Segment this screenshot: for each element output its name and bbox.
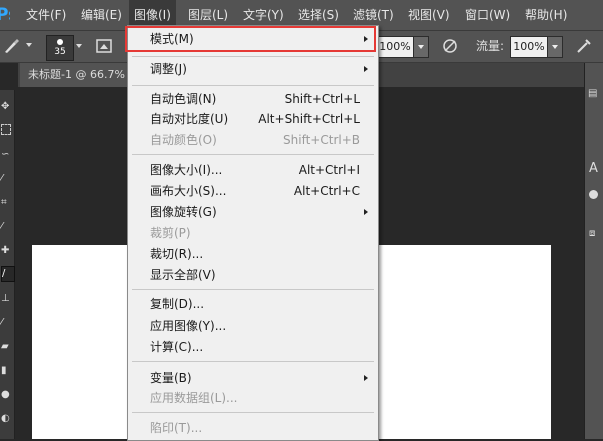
document-tab[interactable]: 未标题-1 @ 66.7%: [20, 63, 130, 87]
menu-item-auto-color: 自动颜色(O) Shift+Ctrl+B: [128, 130, 378, 150]
menu-item-label: 裁剪(P): [150, 226, 191, 240]
crop-tool-icon[interactable]: ⌗: [1, 196, 13, 210]
menu-view[interactable]: 视图(V): [408, 0, 450, 30]
menu-item-label: 应用数据组(L)...: [150, 391, 238, 405]
menu-item-label: 计算(C)...: [150, 340, 204, 354]
brush-size-picker[interactable]: 35: [46, 35, 74, 61]
brush-picker-chevron-down-icon[interactable]: [76, 44, 82, 48]
submenu-arrow-icon: [364, 375, 368, 381]
lasso-tool-icon[interactable]: ∽: [1, 148, 13, 162]
panel-collapse-icon[interactable]: ▤: [588, 88, 601, 118]
quick-select-tool-icon[interactable]: ⁄: [1, 172, 13, 186]
chevron-down-icon: [552, 45, 558, 49]
menu-item-image-rotation[interactable]: 图像旋转(G): [128, 202, 378, 222]
highlight-box: [125, 26, 376, 52]
3d-panel-icon[interactable]: ⧈: [589, 228, 595, 239]
move-tool-icon[interactable]: ✥: [1, 100, 13, 114]
menu-item-apply-data-set: 应用数据组(L)...: [128, 388, 378, 408]
menu-item-apply-image[interactable]: 应用图像(Y)...: [128, 316, 378, 336]
menu-separator: [132, 361, 374, 362]
flow-label: 流量:: [476, 39, 505, 53]
menu-file[interactable]: 文件(F): [26, 0, 66, 30]
photoshop-logo: Ps: [0, 5, 10, 25]
blur-tool-icon[interactable]: ●: [1, 388, 13, 402]
menu-item-auto-contrast[interactable]: 自动对比度(U) Alt+Shift+Ctrl+L: [128, 109, 378, 129]
chevron-down-icon: [418, 45, 424, 49]
menu-item-shortcut: Alt+Ctrl+C: [293, 184, 360, 198]
menu-item-label: 自动颜色(O): [150, 133, 217, 147]
menu-item-label: 陷印(T)...: [150, 421, 203, 435]
gradient-tool-icon[interactable]: ▮: [1, 364, 13, 378]
brush-tip-icon: [57, 39, 63, 45]
submenu-arrow-icon: [364, 66, 368, 72]
history-brush-tool-icon[interactable]: ⁄: [1, 316, 13, 330]
menu-window[interactable]: 窗口(W): [465, 0, 510, 30]
flow-dropdown[interactable]: [547, 36, 563, 58]
menu-item-label: 图像大小(I)...: [150, 163, 223, 177]
menu-item-adjustments[interactable]: 调整(J): [128, 59, 378, 79]
menu-separator: [132, 289, 374, 290]
right-panel-dock: ▤ A ⧈: [584, 63, 603, 439]
menu-item-image-size[interactable]: 图像大小(I)... Alt+Ctrl+I: [128, 160, 378, 180]
paragraph-panel-icon[interactable]: [589, 190, 598, 199]
menu-item-label: 自动对比度(U): [150, 112, 229, 126]
tools-panel: ✥ ∽ ⁄ ⌗ ⁄ ✚ / ⊥ ⁄ ▰ ▮ ● ◐: [0, 90, 15, 439]
menu-separator: [132, 154, 374, 155]
menu-item-calculations[interactable]: 计算(C)...: [128, 337, 378, 357]
brush-tool-active-icon[interactable]: /: [1, 266, 15, 282]
submenu-arrow-icon: [364, 209, 368, 215]
marquee-tool-icon[interactable]: [1, 124, 11, 135]
menu-item-label: 变量(B): [150, 371, 192, 385]
menu-separator: [132, 85, 374, 86]
image-menu-dropdown: 模式(M) 调整(J) 自动色调(N) Shift+Ctrl+L 自动对比度(U…: [127, 25, 379, 441]
menu-item-label: 应用图像(Y)...: [150, 319, 227, 333]
opacity-dropdown[interactable]: [413, 36, 429, 58]
menu-item-trim[interactable]: 裁切(R)...: [128, 244, 378, 264]
menu-item-label: 图像旋转(G): [150, 205, 217, 219]
eraser-tool-icon[interactable]: ▰: [1, 340, 13, 354]
clone-stamp-tool-icon[interactable]: ⊥: [1, 292, 13, 306]
menu-item-trap: 陷印(T)...: [128, 418, 378, 438]
menu-item-label: 显示全部(V): [150, 268, 216, 282]
character-panel-icon[interactable]: A: [589, 161, 598, 176]
tool-preset-chevron-down-icon[interactable]: [26, 43, 32, 47]
menu-help[interactable]: 帮助(H): [525, 0, 567, 30]
brush-size-value: 35: [54, 47, 66, 57]
healing-brush-tool-icon[interactable]: ✚: [1, 244, 13, 258]
menu-edit[interactable]: 编辑(E): [81, 0, 122, 30]
pressure-opacity-icon[interactable]: [440, 36, 460, 56]
brush-tool-icon[interactable]: [2, 36, 22, 56]
menu-item-variables[interactable]: 变量(B): [128, 368, 378, 388]
menu-item-crop: 裁剪(P): [128, 223, 378, 243]
opacity-input[interactable]: 100%: [376, 36, 414, 58]
menu-item-label: 调整(J): [150, 62, 187, 76]
document-tab-title: 未标题-1 @ 66.7%: [28, 68, 125, 81]
menu-item-reveal-all[interactable]: 显示全部(V): [128, 265, 378, 285]
menu-separator: [132, 412, 374, 413]
menu-item-shortcut: Shift+Ctrl+L: [284, 92, 360, 106]
menu-item-shortcut: Alt+Ctrl+I: [298, 163, 360, 177]
menu-item-label: 复制(D)...: [150, 297, 205, 311]
menu-item-label: 自动色调(N): [150, 92, 217, 106]
menu-separator: [132, 56, 374, 57]
menu-item-label: 裁切(R)...: [150, 247, 204, 261]
flow-input[interactable]: 100%: [510, 36, 548, 58]
eyedropper-tool-icon[interactable]: ⁄: [1, 220, 13, 234]
menu-item-shortcut: Shift+Ctrl+B: [283, 133, 360, 147]
menu-item-shortcut: Alt+Shift+Ctrl+L: [258, 112, 360, 126]
brush-panel-toggle-icon[interactable]: [94, 36, 114, 56]
menu-item-label: 画布大小(S)...: [150, 184, 227, 198]
dodge-tool-icon[interactable]: ◐: [1, 412, 13, 426]
menu-item-canvas-size[interactable]: 画布大小(S)... Alt+Ctrl+C: [128, 181, 378, 201]
airbrush-icon[interactable]: [574, 36, 594, 56]
menu-item-auto-tone[interactable]: 自动色调(N) Shift+Ctrl+L: [128, 89, 378, 109]
menu-item-duplicate[interactable]: 复制(D)...: [128, 294, 378, 314]
